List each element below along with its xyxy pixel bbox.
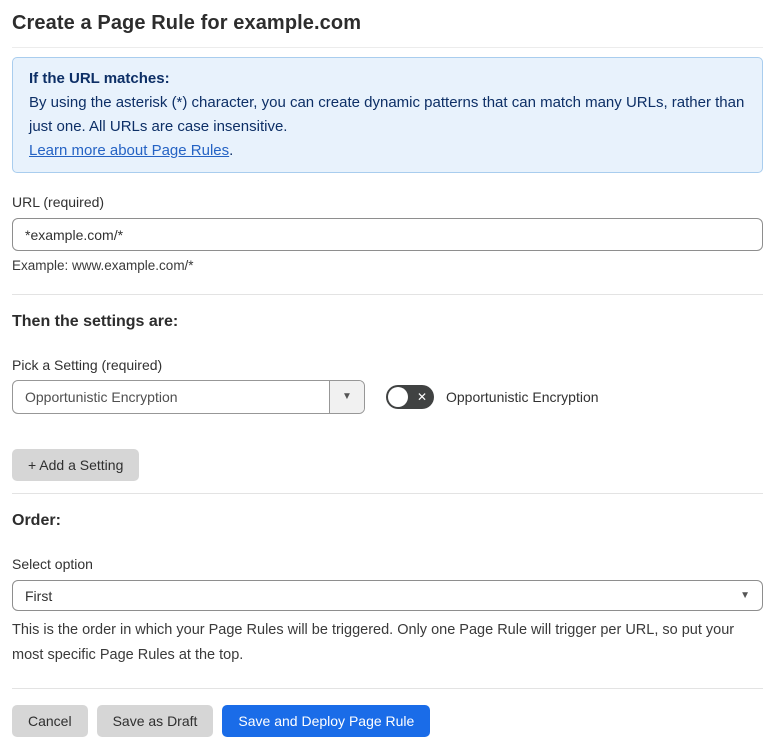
page-title: Create a Page Rule for example.com bbox=[12, 12, 362, 34]
footer-actions: Cancel Save as Draft Save and Deploy Pag… bbox=[12, 705, 763, 737]
chevron-down-icon: ▼ bbox=[342, 391, 352, 402]
setting-picker-arrow-button[interactable]: ▼ bbox=[329, 381, 364, 413]
pick-setting-label: Pick a Setting (required) bbox=[12, 357, 163, 373]
order-select-value: First bbox=[25, 587, 53, 604]
setting-row: Opportunistic Encryption ▼ ✕ Opportunist… bbox=[12, 380, 763, 414]
save-deploy-button[interactable]: Save and Deploy Page Rule bbox=[222, 705, 431, 737]
settings-section-heading: Then the settings are: bbox=[12, 313, 179, 330]
setting-picker-dropdown[interactable]: Opportunistic Encryption ▼ bbox=[12, 380, 365, 414]
order-select-label: Select option bbox=[12, 556, 93, 572]
page-rule-form: Create a Page Rule for example.com If th… bbox=[0, 0, 775, 737]
url-matches-info-box: If the URL matches: By using the asteris… bbox=[12, 57, 763, 173]
setting-picker-value: Opportunistic Encryption bbox=[25, 389, 178, 405]
divider bbox=[12, 688, 763, 689]
link-suffix: . bbox=[229, 142, 234, 159]
info-box-heading: If the URL matches: bbox=[29, 70, 170, 87]
x-icon: ✕ bbox=[416, 390, 427, 404]
url-input[interactable] bbox=[12, 218, 763, 251]
chevron-down-icon: ▼ bbox=[740, 589, 750, 601]
divider bbox=[12, 493, 763, 494]
divider bbox=[12, 294, 763, 295]
learn-more-link[interactable]: Learn more about Page Rules bbox=[29, 142, 229, 159]
url-field-label: URL (required) bbox=[12, 194, 105, 210]
order-select[interactable]: First ▼ bbox=[12, 580, 763, 611]
page-header: Create a Page Rule for example.com bbox=[12, 12, 763, 48]
url-field-helper: Example: www.example.com/* bbox=[12, 258, 194, 273]
info-box-body: By using the asterisk (*) character, you… bbox=[29, 94, 745, 135]
cancel-button[interactable]: Cancel bbox=[12, 705, 88, 737]
order-section-heading: Order: bbox=[12, 512, 61, 529]
info-box-link-line: Learn more about Page Rules. bbox=[29, 139, 746, 163]
toggle-label: Opportunistic Encryption bbox=[446, 389, 599, 405]
add-setting-button[interactable]: + Add a Setting bbox=[12, 449, 140, 481]
opportunistic-encryption-toggle[interactable]: ✕ bbox=[386, 385, 434, 409]
order-helper-text: This is the order in which your Page Rul… bbox=[12, 622, 735, 663]
save-draft-button[interactable]: Save as Draft bbox=[96, 705, 214, 737]
toggle-knob bbox=[388, 387, 408, 407]
